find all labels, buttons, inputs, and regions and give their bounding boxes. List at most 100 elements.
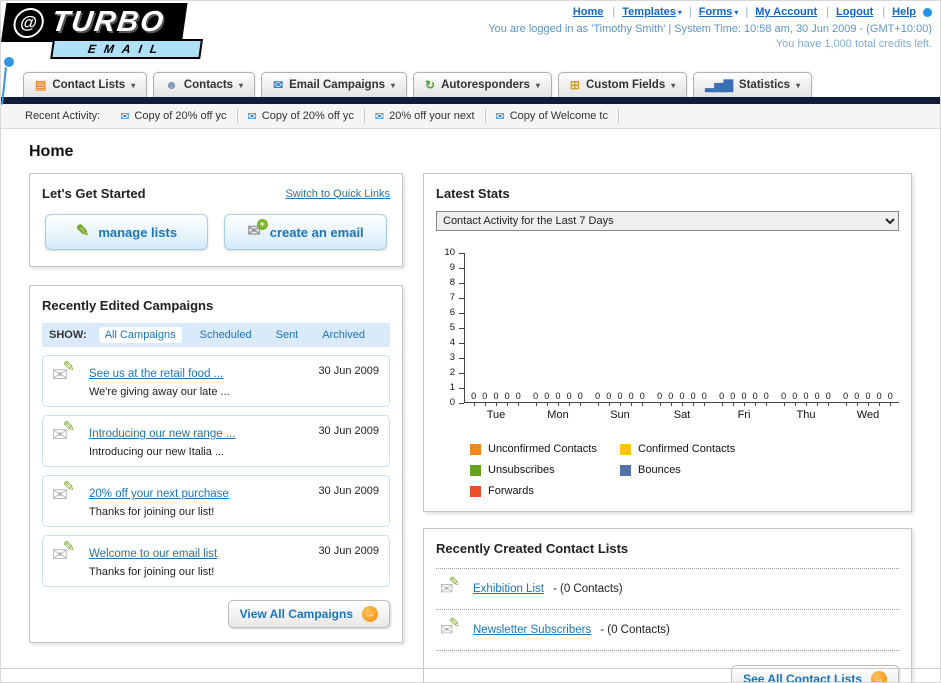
recent-activity-item[interactable]: ✉ 20% off your next — [365, 108, 486, 124]
chart-value-labels: 00000 — [781, 391, 831, 406]
campaign-date: 30 Jun 2009 — [318, 545, 379, 557]
campaign-info: 20% off your next purchase Thanks for jo… — [89, 484, 229, 518]
contact-lists-panel-title: Recently Created Contact Lists — [436, 541, 629, 556]
envelope-icon: ✉ — [120, 110, 130, 123]
y-axis-tick-label: 3 — [449, 352, 455, 363]
envelope-icon: ✉ — [495, 110, 505, 123]
legend-swatch — [470, 464, 481, 476]
envelope-pencil-icon: ✉ ✎ — [52, 538, 75, 566]
campaign-subtitle: Introducing our new Italia ... — [89, 446, 225, 458]
campaign-title-link[interactable]: Introducing our new range ... — [89, 428, 235, 440]
contact-list-link[interactable]: Exhibition List — [473, 583, 544, 595]
y-axis-tick-label: 10 — [444, 247, 455, 258]
x-axis-tick-label: Mon — [547, 409, 569, 421]
tab-contact-lists[interactable]: ▤ Contact Lists ▾ — [23, 72, 148, 97]
tab-email-campaigns[interactable]: ✉ Email Campaigns ▾ — [261, 72, 408, 97]
email-campaigns-icon: ✉ — [273, 78, 284, 92]
contact-lists-icon: ▤ — [35, 78, 47, 92]
x-axis-tick-label: Sun — [610, 409, 630, 421]
app-logo[interactable]: @ TURBO EMAIL — [1, 3, 271, 59]
logo-black-banner: @ TURBO — [1, 3, 188, 42]
filter-all-campaigns[interactable]: All Campaigns — [98, 327, 182, 343]
view-all-campaigns-label: View All Campaigns — [239, 607, 353, 621]
chart-value-labels: 00000 — [719, 391, 769, 406]
y-axis-tick-label: 4 — [449, 337, 455, 348]
statistics-icon: ▂▅▇ — [705, 78, 733, 92]
campaign-title-link[interactable]: Welcome to our email list — [89, 548, 217, 560]
nav-templates[interactable]: Templates ▾ — [622, 6, 698, 18]
filter-sent[interactable]: Sent — [270, 327, 305, 343]
nav-link-label: Templates — [622, 6, 676, 18]
recently-edited-campaigns-panel: Recently Edited Campaigns SHOW: All Camp… — [29, 285, 403, 643]
contact-list-item[interactable]: ✉ ✎ Exhibition List - (0 Contacts) — [436, 569, 899, 610]
tab-label: Contact Lists — [52, 79, 126, 91]
tab-contacts[interactable]: ☻ Contacts ▾ — [153, 72, 256, 97]
nav-help[interactable]: Help — [892, 6, 918, 18]
campaign-subtitle: We're giving away our late ... — [89, 386, 230, 398]
top-nav: Home Templates ▾ Forms ▾ — [488, 6, 932, 18]
recent-activity-item[interactable]: ✉ Copy of 20% off yc — [110, 108, 238, 124]
manage-lists-button[interactable]: ✎ manage lists — [45, 214, 208, 250]
nav-my-account[interactable]: My Account — [755, 6, 836, 18]
y-axis-tick-label: 1 — [449, 382, 455, 393]
nav-home[interactable]: Home — [573, 6, 622, 18]
main-content: Home Let's Get Started Switch to Quick L… — [1, 129, 940, 682]
footer-divider — [1, 668, 940, 669]
left-column: Let's Get Started Switch to Quick Links … — [29, 173, 403, 643]
create-email-button[interactable]: ✉ + create an email — [224, 214, 387, 250]
chart-value-labels: 00000 — [595, 391, 645, 406]
campaign-date: 30 Jun 2009 — [318, 365, 379, 377]
view-all-campaigns-button[interactable]: View All Campaigns → — [227, 600, 390, 628]
envelope-icon: ✉ — [374, 110, 385, 123]
get-started-panel: Let's Get Started Switch to Quick Links … — [29, 173, 403, 267]
logo-swirl-icon: @ — [11, 7, 46, 38]
envelope-pencil-icon: ✉ ✎ — [440, 615, 460, 639]
campaign-list-item[interactable]: ✉ ✎ See us at the retail food ... We're … — [42, 355, 390, 407]
campaign-list-item[interactable]: ✉ ✎ 20% off your next purchase Thanks fo… — [42, 475, 390, 527]
legend-swatch — [470, 485, 481, 497]
contact-list-link[interactable]: Newsletter Subscribers — [473, 624, 591, 636]
nav-link-label: Home — [572, 6, 604, 18]
login-info: You are logged in as 'Timothy Smith' | S… — [488, 23, 932, 35]
legend-label: Forwards — [488, 485, 534, 497]
chevron-down-icon: ▾ — [734, 7, 739, 17]
chevron-down-icon: ▾ — [239, 80, 244, 90]
y-axis-tick-label: 6 — [449, 307, 455, 318]
recent-activity-item[interactable]: ✉ Copy of 20% off yc — [238, 108, 365, 124]
campaign-title-link[interactable]: 20% off your next purchase — [89, 488, 229, 500]
chart-value-labels: 00000 — [843, 391, 893, 406]
envelope-pencil-icon: ✉ ✎ — [52, 478, 75, 506]
stats-activity-select[interactable]: Contact Activity for the Last 7 Days — [436, 211, 899, 231]
nav-link-label: Forms — [698, 6, 733, 18]
contact-list-items: ✉ ✎ Exhibition List - (0 Contacts) ✉ ✎ N… — [436, 568, 899, 651]
campaign-title-link[interactable]: See us at the retail food ... — [89, 368, 223, 380]
header: @ TURBO EMAIL Home | Templates ▾ | Forms… — [1, 1, 940, 105]
nav-link-label: Logout — [836, 6, 874, 18]
recently-created-contact-lists-panel: Recently Created Contact Lists ✉ ✎ Exhib… — [423, 528, 912, 682]
chart-day-group: 0 0 0 0 0 Sun — [589, 253, 651, 421]
tab-statistics[interactable]: ▂▅▇ Statistics ▾ — [693, 72, 813, 97]
recent-activity-item-label: Copy of Welcome tc — [509, 110, 608, 122]
contacts-icon: ☻ — [165, 78, 178, 92]
filter-scheduled[interactable]: Scheduled — [194, 327, 258, 343]
x-axis-tick-label: Thu — [796, 409, 816, 421]
contact-list-detail: - (0 Contacts) — [600, 624, 670, 636]
nav-forms[interactable]: Forms ▾ — [699, 6, 756, 18]
nav-logout[interactable]: Logout — [836, 6, 892, 18]
nav-link-label: My Account — [755, 6, 818, 18]
y-axis-tick-label: 9 — [449, 262, 455, 273]
tab-custom-fields[interactable]: ⊞ Custom Fields ▾ — [557, 72, 688, 97]
campaign-list-item[interactable]: ✉ ✎ Welcome to our email list Thanks for… — [42, 535, 390, 587]
campaign-list-item[interactable]: ✉ ✎ Introducing our new range ... Introd… — [42, 415, 390, 467]
y-axis-tick-label: 5 — [449, 322, 455, 333]
contact-list-item[interactable]: ✉ ✎ Newsletter Subscribers - (0 Contacts… — [436, 610, 899, 651]
campaign-info: Introducing our new range ... Introducin… — [89, 424, 235, 458]
filter-archived[interactable]: Archived — [316, 327, 371, 343]
recent-activity-item[interactable]: ✉ Copy of Welcome tc — [486, 108, 619, 124]
tab-autoresponders[interactable]: ↻ Autoresponders ▾ — [413, 72, 552, 97]
recent-activity-item-label: Copy of 20% off yc — [134, 110, 227, 122]
switch-quick-links-link[interactable]: Switch to Quick Links — [285, 188, 390, 200]
tab-label: Email Campaigns — [289, 79, 385, 91]
right-column: Latest Stats Contact Activity for the La… — [423, 173, 912, 682]
y-axis-tick-mark — [459, 403, 464, 404]
